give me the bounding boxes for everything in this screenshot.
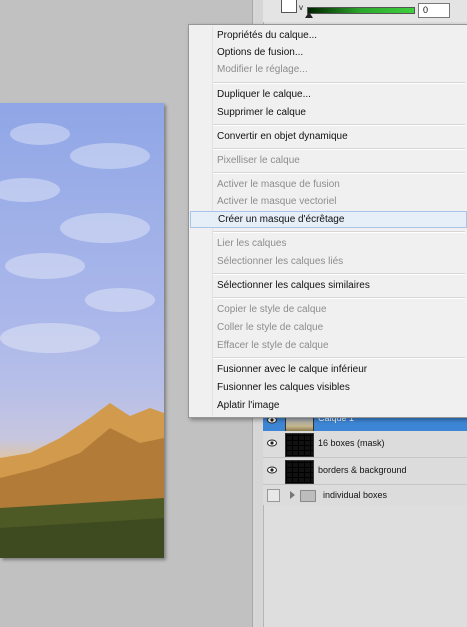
layer-row-borders-background[interactable]: borders & background: [263, 458, 467, 485]
mountain-illustration: [0, 403, 164, 558]
menu-item-enable-layer-mask: Activer le masque de fusion: [217, 179, 340, 190]
value-input[interactable]: 0: [418, 3, 450, 18]
visibility-toggle[interactable]: [267, 489, 280, 502]
menu-item-rasterize-layer: Pixelliser le calque: [217, 155, 300, 166]
menu-separator: [213, 82, 465, 84]
menu-item-create-clipping-mask[interactable]: Créer un masque d'écrêtage: [190, 211, 467, 228]
folder-icon: [300, 490, 316, 502]
menu-separator: [213, 148, 465, 150]
eye-icon[interactable]: [267, 465, 277, 475]
menu-item-paste-layer-style: Coller le style de calque: [217, 322, 324, 333]
menu-separator: [213, 124, 465, 126]
color-swatch[interactable]: [281, 0, 297, 13]
layer-row-16-boxes-mask[interactable]: 16 boxes (mask): [263, 431, 467, 458]
v-label: v: [299, 3, 303, 12]
menu-item-duplicate-layer[interactable]: Dupliquer le calque...: [190, 86, 467, 103]
layer-group-individual-boxes[interactable]: individual boxes: [263, 485, 467, 505]
menu-item-enable-vector-mask: Activer le masque vectoriel: [217, 196, 337, 207]
menu-item-blending-options[interactable]: Options de fusion...: [190, 44, 467, 61]
layer-name: borders & background: [318, 465, 407, 475]
layer-thumbnail: [285, 433, 314, 457]
slider-thumb[interactable]: [305, 12, 313, 18]
menu-separator: [213, 172, 465, 174]
menu-item-merge-down[interactable]: Fusionner avec le calque inférieur: [190, 361, 467, 378]
expand-arrow-icon[interactable]: [290, 491, 295, 499]
menu-item-delete-layer[interactable]: Supprimer le calque: [190, 104, 467, 121]
menu-item-convert-smart-object[interactable]: Convertir en objet dynamique: [190, 128, 467, 145]
layer-name: individual boxes: [323, 490, 388, 500]
value-slider[interactable]: [307, 7, 415, 14]
menu-item-select-linked-layers: Sélectionner les calques liés: [217, 256, 344, 267]
menu-separator: [213, 231, 465, 233]
menu-separator: [213, 273, 465, 275]
eye-icon[interactable]: [267, 438, 277, 448]
menu-item-edit-adjustment: Modifier le réglage...: [217, 64, 308, 75]
menu-separator: [213, 357, 465, 359]
layer-name: 16 boxes (mask): [318, 438, 385, 448]
menu-item-select-similar-layers[interactable]: Sélectionner les calques similaires: [190, 277, 467, 294]
menu-separator: [213, 297, 465, 299]
menu-item-merge-visible[interactable]: Fusionner les calques visibles: [190, 379, 467, 396]
menu-item-copy-layer-style: Copier le style de calque: [217, 304, 327, 315]
menu-item-layer-properties[interactable]: Propriétés du calque...: [190, 27, 467, 44]
layer-context-menu: Propriétés du calque... Options de fusio…: [188, 24, 467, 418]
layer-thumbnail: [285, 460, 314, 484]
menu-item-clear-layer-style: Effacer le style de calque: [217, 340, 329, 351]
menu-item-flatten-image[interactable]: Aplatir l'image: [190, 397, 467, 414]
document-image: [0, 103, 164, 558]
menu-item-link-layers: Lier les calques: [217, 238, 287, 249]
